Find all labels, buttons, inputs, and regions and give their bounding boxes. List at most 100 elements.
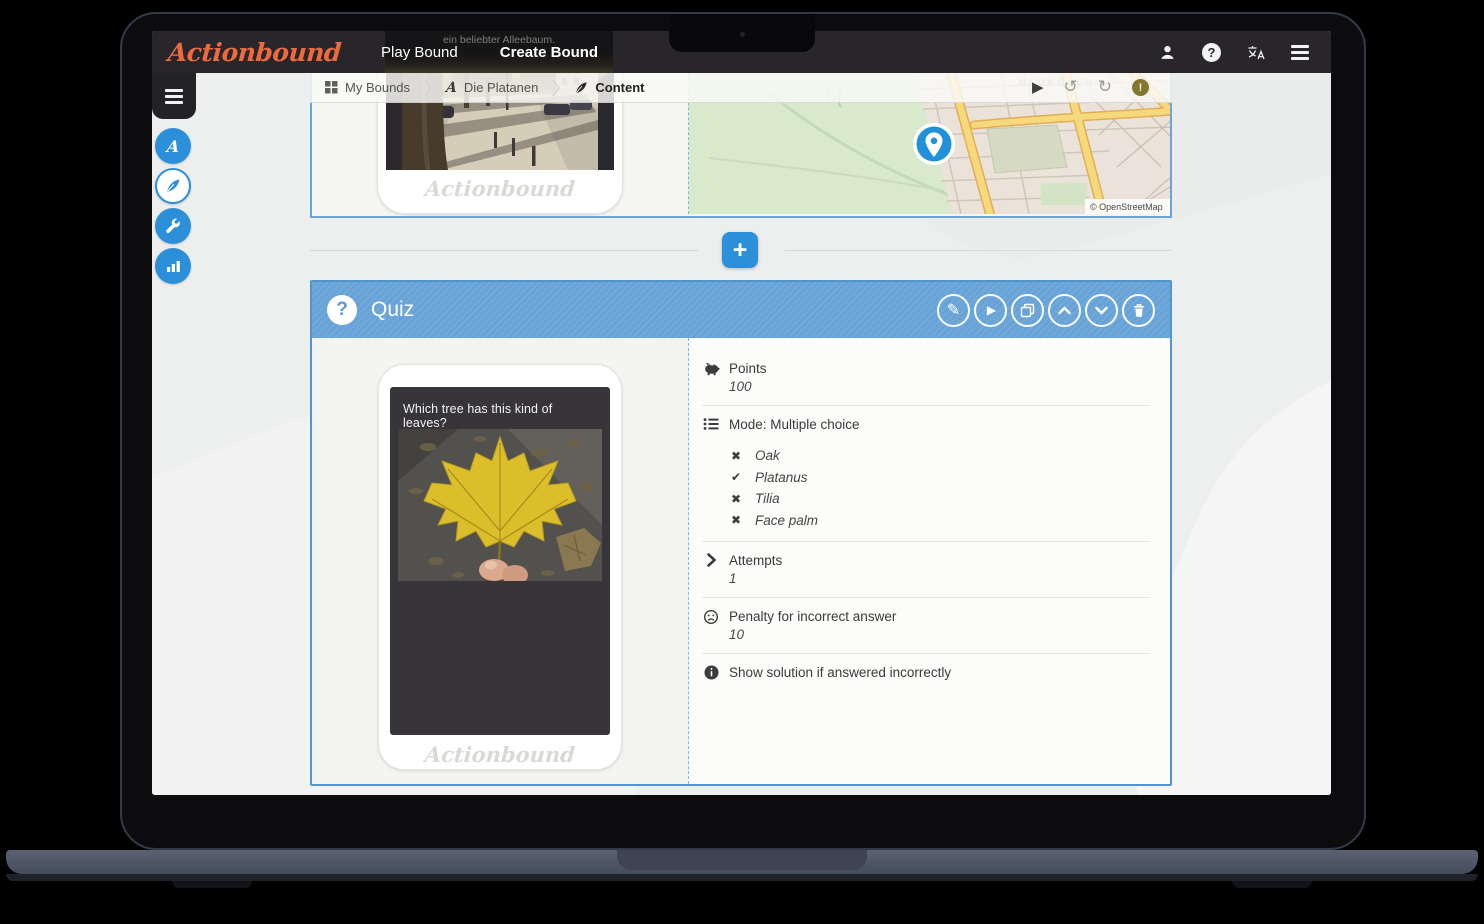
- wrong-mark-icon: ✖: [731, 449, 744, 463]
- wrench-icon: [165, 218, 181, 234]
- answer-options: ✖ Oak ✔ Platanus ✖ Tilia: [731, 445, 1150, 531]
- menu-icon: [165, 89, 183, 104]
- delete-button[interactable]: [1122, 294, 1155, 327]
- points-field: Points 100: [729, 360, 767, 395]
- laptop-mockup: Actionbound: [0, 0, 1484, 924]
- bar-chart-icon: [166, 259, 181, 273]
- sidebar-item-content[interactable]: [155, 168, 191, 204]
- breadcrumb-my-bounds[interactable]: My Bounds: [325, 80, 410, 95]
- laptop-base-shadow: [6, 874, 1478, 881]
- actionbound-wordmark: Actionbound: [378, 742, 622, 767]
- translate-icon[interactable]: [1246, 42, 1266, 62]
- sidebar: A: [152, 73, 196, 284]
- quiz-element-card: ? Quiz ✎ ▶: [310, 280, 1172, 786]
- preview-button[interactable]: ▶: [974, 294, 1007, 327]
- quiz-card-body: Which tree has this kind of leaves?: [312, 338, 1170, 784]
- map-pin-icon: [913, 123, 955, 165]
- quiz-preview-pane: Which tree has this kind of leaves?: [312, 338, 688, 784]
- actionbound-wordmark: Actionbound: [377, 176, 623, 201]
- breadcrumb-label: My Bounds: [345, 80, 410, 95]
- play-icon: ▶: [987, 303, 996, 317]
- answer-option: ✔ Platanus: [731, 467, 1150, 489]
- divider: [702, 405, 1150, 406]
- divider: [702, 597, 1150, 598]
- actionbound-a-icon: A: [445, 80, 458, 96]
- warning-icon[interactable]: !: [1132, 79, 1149, 96]
- navbar-actions: ?: [1157, 42, 1309, 62]
- answer-option: ✖ Face palm: [731, 510, 1150, 532]
- sidebar-item-statistics[interactable]: [155, 248, 191, 284]
- answer-option-label: Tilia: [755, 491, 780, 506]
- pencil-icon: ✎: [947, 300, 960, 320]
- divider-line: [310, 250, 698, 251]
- phone-preview: Which tree has this kind of leaves?: [378, 364, 622, 770]
- answer-option-label: Platanus: [755, 470, 808, 485]
- penalty-row: Penalty for incorrect answer 10: [702, 608, 1150, 643]
- menu-icon[interactable]: [1291, 45, 1309, 60]
- breadcrumb-bound[interactable]: A Die Platanen: [446, 80, 538, 96]
- penalty-label: Penalty for incorrect answer: [729, 608, 896, 625]
- user-icon[interactable]: [1157, 42, 1177, 62]
- points-value: 100: [729, 378, 767, 395]
- help-icon[interactable]: ?: [1202, 43, 1221, 62]
- actionbound-logo[interactable]: Actionbound: [167, 38, 342, 67]
- wrong-mark-icon: ✖: [731, 513, 744, 527]
- mode-row: Mode: Multiple choice: [702, 416, 1150, 434]
- info-icon: [702, 664, 720, 683]
- move-down-button[interactable]: [1085, 294, 1118, 327]
- answer-option-label: Oak: [755, 448, 780, 463]
- laptop-foot: [172, 881, 252, 888]
- breadcrumb-separator: [552, 79, 560, 97]
- sidebar-item-bound-home[interactable]: A: [155, 128, 191, 164]
- mode-label: Mode: Multiple choice: [729, 416, 860, 434]
- trash-icon: [1132, 303, 1146, 318]
- penalty-value: 10: [729, 626, 896, 643]
- frown-face-icon: [702, 608, 720, 643]
- answer-option: ✖ Tilia: [731, 488, 1150, 510]
- chevron-up-icon: [1058, 306, 1071, 315]
- quiz-settings-pane: Points 100: [688, 338, 1170, 784]
- breadcrumb-separator: [424, 79, 432, 97]
- duplicate-button[interactable]: [1011, 294, 1044, 327]
- camera-dot: [740, 32, 745, 37]
- edit-button[interactable]: ✎: [937, 294, 970, 327]
- solution-row: Show solution if answered incorrectly: [702, 664, 1150, 683]
- points-label: Points: [729, 360, 767, 377]
- phone-screen: Which tree has this kind of leaves?: [390, 387, 610, 735]
- breadcrumb-label: Content: [595, 80, 644, 95]
- add-element-button[interactable]: +: [722, 232, 758, 268]
- breadcrumb: My Bounds A Die Platanen Con: [310, 73, 1172, 103]
- solution-label: Show solution if answered incorrectly: [729, 664, 951, 683]
- feather-icon: [574, 81, 588, 95]
- wrong-mark-icon: ✖: [731, 492, 744, 506]
- grid-icon: [325, 81, 338, 94]
- penalty-field: Penalty for incorrect answer 10: [729, 608, 896, 643]
- nav-create-bound[interactable]: Create Bound: [500, 44, 598, 61]
- attempts-value: 1: [729, 570, 782, 587]
- list-icon: [702, 416, 720, 434]
- attempts-label: Attempts: [729, 552, 782, 569]
- laptop-foot: [1232, 881, 1312, 888]
- camera-notch: [669, 14, 815, 52]
- map-attribution: © OpenStreetMap: [1090, 202, 1163, 212]
- undo-button[interactable]: ↺: [1064, 79, 1078, 96]
- copy-icon: [1020, 303, 1035, 318]
- correct-mark-icon: ✔: [731, 470, 744, 484]
- quiz-question-text: Which tree has this kind of leaves?: [390, 387, 610, 430]
- redo-button[interactable]: ↻: [1098, 79, 1112, 96]
- divider-line: [785, 250, 1172, 251]
- breadcrumb-content[interactable]: Content: [574, 80, 644, 95]
- laptop-base-notch: [617, 850, 867, 870]
- move-up-button[interactable]: [1048, 294, 1081, 327]
- browser-viewport: Actionbound: [152, 31, 1331, 795]
- bound-toolbar: ▶ ↺ ↻ !: [1032, 79, 1149, 96]
- sidebar-menu-button[interactable]: [152, 73, 196, 119]
- test-play-button[interactable]: ▶: [1032, 80, 1044, 95]
- nav-play-bound[interactable]: Play Bound: [381, 44, 458, 61]
- attempts-row: Attempts 1: [702, 552, 1150, 587]
- sidebar-item-settings[interactable]: [155, 208, 191, 244]
- leaf-photo: [398, 429, 602, 581]
- quiz-card-title: Quiz: [371, 298, 414, 322]
- breadcrumb-label: Die Platanen: [464, 80, 538, 95]
- chevron-down-icon: [1095, 306, 1108, 315]
